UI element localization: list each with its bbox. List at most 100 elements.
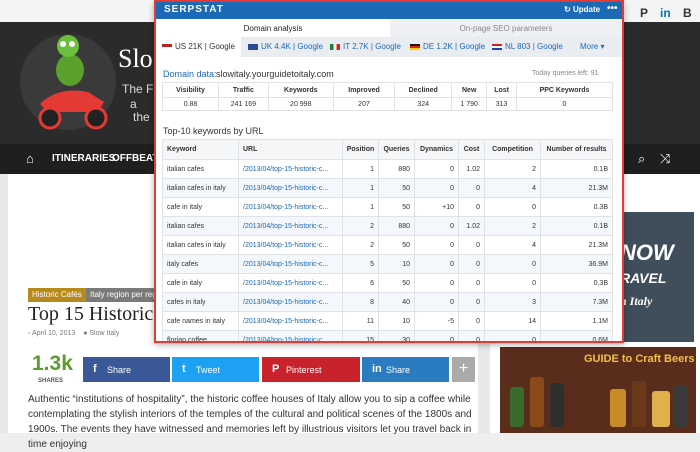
cell-cost: 0 — [458, 235, 485, 255]
cell-url[interactable]: /2013/04/top-15-historic-c... — [238, 254, 343, 274]
cell-queries: 50 — [378, 273, 415, 293]
share-label: SHARES — [38, 378, 64, 384]
col-queries[interactable]: Queries — [378, 139, 415, 160]
summary-header: Lost — [486, 82, 517, 98]
linkedin-share-button[interactable]: in Share — [362, 357, 449, 382]
category-tag[interactable]: Historic Cafés — [28, 288, 86, 302]
cell-url[interactable]: /2013/04/top-15-historic-c... — [238, 292, 343, 312]
cell-competition: 0 — [484, 273, 541, 293]
facebook-share-button[interactable]: f Share — [83, 357, 170, 382]
tagline-line: The Fi — [122, 82, 157, 96]
cell-url[interactable]: /2013/04/top-15-historic-c... — [238, 159, 343, 179]
cell-url[interactable]: /2013/04/top-15-historic-c... — [238, 178, 343, 198]
cell-keyword: florian coffee — [162, 330, 239, 341]
update-label: Update — [572, 5, 601, 14]
domain-data-label: Domain data: — [163, 69, 217, 79]
tab-domain-analysis[interactable]: Domain analysis — [156, 19, 390, 37]
cell-queries: 40 — [378, 292, 415, 312]
summary-header: PPC Keywords — [516, 82, 613, 98]
cell-position: 1 — [342, 178, 379, 198]
cell-competition: 0 — [484, 330, 541, 341]
calendar-icon: ▫ — [28, 330, 31, 337]
col-results[interactable]: Number of results — [540, 139, 613, 160]
update-button[interactable]: ↻ Update — [564, 5, 600, 14]
nav-itineraries[interactable]: ITINERARIES — [52, 153, 115, 164]
cell-cost: 0 — [458, 330, 485, 341]
social-icon[interactable]: B — [683, 6, 692, 20]
cell-keyword: italian cafes in italy — [162, 235, 239, 255]
post-meta: ▫ April 10, 2013 ● Slow Italy — [28, 330, 119, 337]
pinterest-icon[interactable]: P — [640, 6, 648, 20]
serpstat-panel: SERPSTAT ↻ Update ••• Domain analysis On… — [154, 0, 624, 343]
refresh-icon: ↻ — [564, 5, 573, 14]
database-bar: US 21K | Google UK 4.4K | Google IT 2.7K… — [156, 37, 622, 57]
cell-url[interactable]: /2013/04/top-15-historic-c... — [238, 197, 343, 217]
col-url[interactable]: URL — [238, 139, 343, 160]
cell-url[interactable]: /2013/04/top-15-historic-c... — [238, 235, 343, 255]
pinterest-share-button[interactable]: P Pinterest — [262, 357, 360, 382]
post-date: April 10, 2013 — [32, 330, 76, 337]
db-tab-uk[interactable]: UK 4.4K | Google — [248, 42, 323, 51]
twitter-icon: t — [182, 363, 186, 375]
cell-competition: 2 — [484, 159, 541, 179]
table-row: florian coffee/2013/04/top-15-historic-c… — [162, 330, 613, 341]
cell-results: 21.3M — [540, 235, 613, 255]
home-icon[interactable]: ⌂ — [26, 151, 34, 166]
col-dynamics[interactable]: Dynamics — [414, 139, 459, 160]
db-tab-it[interactable]: IT 2.7K | Google — [330, 42, 401, 51]
cell-competition: 3 — [484, 292, 541, 312]
summary-values-row: 0.88 241 169 20 998 207 324 1 790 313 0 — [161, 97, 613, 111]
cell-position: 2 — [342, 216, 379, 236]
cell-competition: 2 — [484, 216, 541, 236]
db-tab-nl[interactable]: NL 803 | Google — [492, 42, 563, 51]
linkedin-icon[interactable]: in — [660, 6, 671, 20]
cell-competition: 0 — [484, 254, 541, 274]
col-keyword[interactable]: Keyword — [162, 139, 239, 160]
craft-beer-banner[interactable]: GUIDE to Craft Beers — [500, 347, 696, 433]
cell-competition: 4 — [484, 235, 541, 255]
turtle-scooter-logo[interactable] — [18, 26, 118, 138]
summary-value: 207 — [332, 97, 396, 111]
twitter-share-button[interactable]: t Tweet — [172, 357, 259, 382]
cell-keyword: italy cafes — [162, 254, 239, 274]
category-tag[interactable]: Italy region per reg — [86, 288, 156, 302]
share-label: Share — [107, 365, 132, 375]
summary-header: Traffic — [218, 82, 269, 98]
tab-onpage-seo[interactable]: On-page SEO parameters — [390, 19, 622, 37]
cell-keyword: cafe in italy — [162, 273, 239, 293]
cell-keyword: italian cafes in italy — [162, 178, 239, 198]
summary-header: Improved — [332, 82, 396, 98]
db-tab-de[interactable]: DE 1.2K | Google — [410, 42, 485, 51]
cell-url[interactable]: /2013/04/top-15-historic-c... — [238, 330, 343, 341]
blog-page: P in B Slo The Fi a the ⌂ ITINERARIES OF… — [0, 0, 700, 450]
col-competition[interactable]: Competition — [484, 139, 541, 160]
site-title[interactable]: Slo — [118, 44, 153, 74]
table-row: cafe in italy/2013/04/top-15-historic-c.… — [162, 273, 613, 293]
db-label: IT 2.7K | Google — [343, 42, 401, 51]
db-tab-us[interactable]: US 21K | Google — [156, 37, 241, 57]
cell-results: 7.3M — [540, 292, 613, 312]
us-flag-icon — [162, 43, 172, 50]
col-cost[interactable]: Cost — [458, 139, 485, 160]
post-author[interactable]: Slow Italy — [89, 330, 119, 337]
cell-url[interactable]: /2013/04/top-15-historic-c... — [238, 311, 343, 331]
cell-queries: 50 — [378, 178, 415, 198]
col-position[interactable]: Position — [342, 139, 379, 160]
shuffle-icon[interactable]: ⤨ — [660, 151, 670, 167]
cell-competition: 0 — [484, 197, 541, 217]
travel-ad[interactable]: NOW RAVEL n Italy — [612, 212, 694, 342]
table-row: italy cafes/2013/04/top-15-historic-c...… — [162, 254, 613, 274]
search-icon[interactable]: ⌕ — [638, 151, 645, 167]
cell-queries: 880 — [378, 216, 415, 236]
ad-text: RAVEL — [620, 270, 667, 286]
cell-url[interactable]: /2013/04/top-15-historic-c... — [238, 273, 343, 293]
cell-url[interactable]: /2013/04/top-15-historic-c... — [238, 216, 343, 236]
cell-position: 1 — [342, 197, 379, 217]
db-label: UK 4.4K | Google — [261, 42, 324, 51]
cell-dynamics: 0 — [414, 159, 459, 179]
tagline-line: the — [133, 110, 150, 124]
more-share-button[interactable]: + — [452, 357, 475, 382]
cell-queries: 50 — [378, 235, 415, 255]
menu-dots-icon[interactable]: ••• — [607, 3, 618, 14]
more-databases-button[interactable]: More ▾ — [580, 42, 604, 51]
